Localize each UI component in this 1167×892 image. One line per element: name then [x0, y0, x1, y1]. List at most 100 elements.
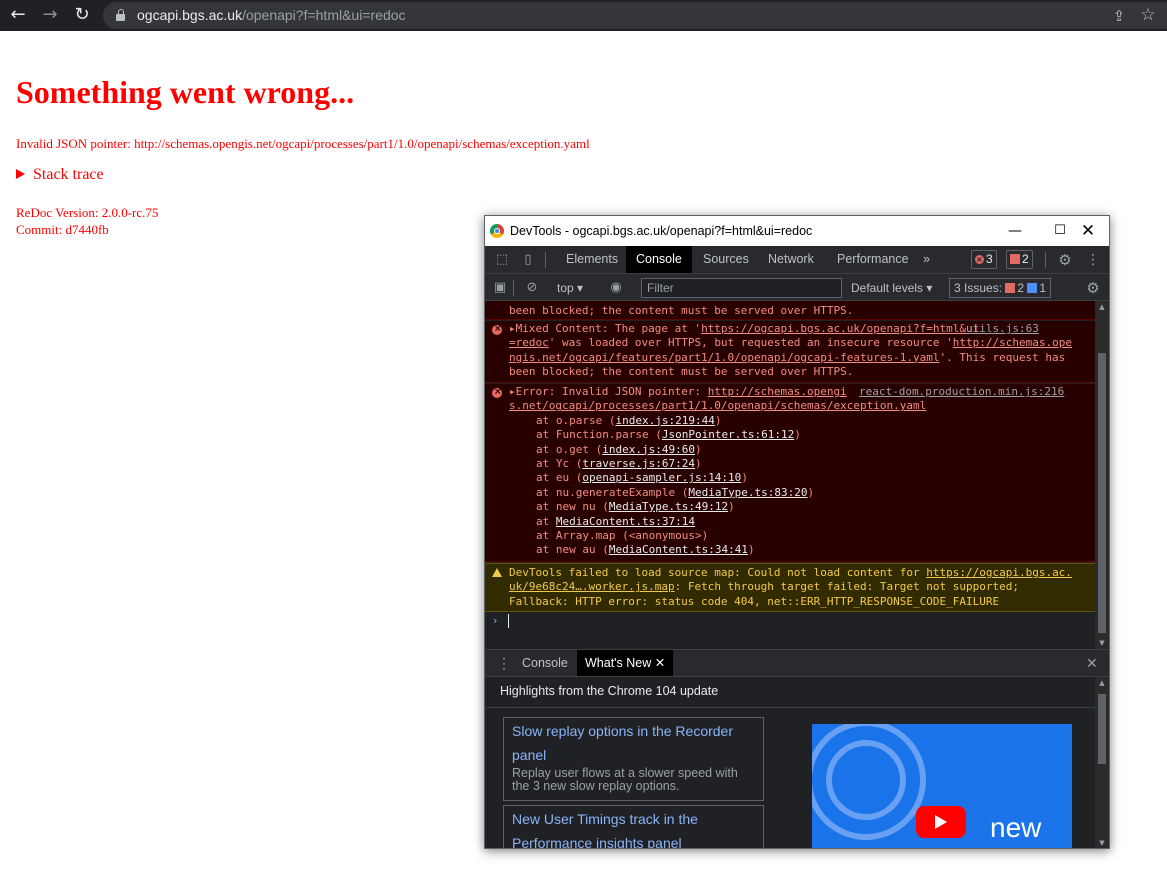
resource-link[interactable]: http://schemas.ope [953, 336, 1072, 349]
reload-icon[interactable]: ↻ [69, 3, 95, 27]
issues-info: 1 [1039, 281, 1047, 295]
stack-frame-location-link[interactable]: index.js:49:60 [602, 443, 695, 456]
feature-card[interactable]: Slow replay options in the Recorder pane… [503, 717, 764, 801]
message-line: ngis.net/ogcapi/features/part1/1.0/opena… [509, 351, 1065, 365]
schema-link[interactable]: s.net/ogcapi/processes/part1/1.0/openapi… [509, 399, 926, 412]
error-count: 3 [986, 252, 993, 266]
drawer-tab-console[interactable]: Console [522, 650, 568, 676]
video-thumbnail[interactable]: new [812, 724, 1072, 848]
back-arrow-icon[interactable]: ← [5, 3, 31, 27]
console-messages: been blocked; the content must be served… [485, 301, 1095, 649]
console-input-caret[interactable] [508, 614, 509, 628]
error-icon [492, 322, 502, 336]
console-settings-gear-icon[interactable]: ⚙ [1084, 279, 1102, 297]
source-link[interactable]: react-dom.production.min.js:216 [859, 385, 1064, 399]
issue-count-badge[interactable]: 2 [1006, 250, 1033, 269]
stack-frame-location-link[interactable]: index.js:219:44 [615, 414, 714, 427]
stack-frame-location-link[interactable]: openapi-sampler.js:14:10 [582, 471, 741, 484]
live-expression-eye-icon[interactable]: ◉ [607, 279, 625, 297]
filter-input[interactable]: Filter [641, 278, 842, 298]
log-levels-dropdown[interactable]: Default levels ▾ [851, 279, 932, 297]
sidebar-toggle-icon[interactable]: ▣ [491, 279, 509, 297]
url-path: /openapi?f=html&ui=redoc [242, 7, 406, 23]
tab-performance[interactable]: Performance [837, 246, 909, 273]
context-value: top [557, 281, 574, 295]
scroll-down-icon[interactable]: ▼ [1095, 837, 1109, 848]
device-toolbar-icon[interactable]: ▯ [519, 251, 537, 269]
page-link[interactable]: https://ogcapi.bgs.ac.uk/openapi?f=html&… [701, 322, 979, 335]
stack-frame-location-link[interactable]: MediaType.ts:83:20 [688, 486, 807, 499]
issue-error-icon [1005, 283, 1016, 293]
tab-sources[interactable]: Sources [703, 246, 749, 273]
lock-icon[interactable] [116, 9, 125, 21]
resource-link[interactable]: ngis.net/ogcapi/features/part1/1.0/opena… [509, 351, 939, 364]
context-selector[interactable]: top ▾ [557, 279, 583, 297]
message-text: '. This request has [939, 350, 1066, 364]
stack-frame-close: ) [807, 485, 815, 499]
address-bar[interactable]: ogcapi.bgs.ac.uk/openapi?f=html&ui=redoc… [103, 2, 1167, 29]
share-icon[interactable]: ⇪ [1110, 7, 1128, 25]
issues-button[interactable]: 3 Issues: 2 1 [949, 278, 1052, 298]
drawer-tabbar: ⋮ Console What's New ✕ ✕ [485, 649, 1109, 677]
scrollbar-thumb[interactable] [1098, 694, 1106, 764]
stack-trace-toggle[interactable]: Stack trace [16, 166, 104, 184]
scroll-down-icon[interactable]: ▼ [1095, 637, 1109, 649]
url-host: ogcapi.bgs.ac.uk [137, 7, 243, 23]
chrome-logo-icon [490, 224, 504, 238]
drawer-menu-icon[interactable]: ⋮ [497, 650, 511, 676]
toolbar-divider [545, 252, 546, 268]
settings-gear-icon[interactable]: ⚙ [1056, 251, 1074, 269]
tab-elements[interactable]: Elements [566, 246, 618, 273]
inspect-element-icon[interactable]: ⬚ [493, 251, 511, 269]
forward-arrow-icon[interactable]: → [37, 3, 63, 27]
stack-frame: at Function.parse (JsonPointer.ts:61:12) [536, 428, 801, 442]
stack-frame-function: at o.parse ( [536, 413, 616, 427]
console-scrollbar[interactable]: ▲ ▼ [1095, 301, 1109, 649]
version-info: ReDoc Version: 2.0.0-rc.75 Commit: d7440… [16, 204, 158, 238]
more-tabs-icon[interactable]: » [923, 246, 930, 273]
error-icon [492, 385, 502, 399]
stack-frame-location-link[interactable]: MediaContent.ts:37:14 [556, 515, 695, 528]
devtools-window: DevTools - ogcapi.bgs.ac.uk/openapi?f=ht… [484, 215, 1110, 849]
stack-frame-location-link[interactable]: MediaType.ts:49:12 [609, 500, 728, 513]
source-link-text: utils.js:63 [966, 322, 1039, 335]
stack-frame-location-link[interactable]: MediaContent.ts:34:41 [609, 543, 748, 556]
console-error-message: ▸Mixed Content: The page at 'https://ogc… [485, 321, 1095, 383]
close-drawer-icon[interactable]: ✕ [1086, 650, 1098, 676]
clear-console-icon[interactable]: ⊘ [523, 279, 541, 297]
stack-frame: at eu (openapi-sampler.js:14:10) [536, 471, 748, 485]
sourcemap-link[interactable]: uk/9e68c24….worker.js.map [509, 580, 675, 593]
more-options-icon[interactable]: ⋮ [1084, 251, 1102, 269]
issue-flag-icon [1010, 254, 1020, 264]
feature-card-title[interactable]: Slow replay options in the Recorder pane… [512, 719, 757, 767]
scrollbar-thumb[interactable] [1098, 353, 1106, 633]
drawer-scrollbar[interactable]: ▲ ▼ [1095, 677, 1109, 848]
scroll-up-icon[interactable]: ▲ [1095, 301, 1109, 313]
youtube-play-icon[interactable] [916, 806, 966, 838]
devtools-titlebar[interactable]: DevTools - ogcapi.bgs.ac.uk/openapi?f=ht… [485, 216, 1109, 246]
tab-console[interactable]: Console [626, 246, 692, 273]
devtools-window-title: DevTools - ogcapi.bgs.ac.uk/openapi?f=ht… [510, 224, 813, 238]
stack-trace-label: Stack trace [33, 166, 104, 183]
stack-frame-function: at Function.parse ( [536, 428, 662, 442]
tab-network[interactable]: Network [768, 246, 814, 273]
divider [485, 707, 1095, 708]
minimize-icon[interactable]: — [995, 216, 1035, 246]
url-text[interactable]: ogcapi.bgs.ac.uk/openapi?f=html&ui=redoc [137, 2, 406, 29]
schema-link[interactable]: http://schemas.opengi [708, 385, 847, 398]
sourcemap-link[interactable]: https://ogcapi.bgs.ac. [926, 566, 1072, 579]
bookmark-star-icon[interactable]: ☆ [1139, 6, 1157, 24]
stack-frame: at MediaContent.ts:37:14 [536, 515, 695, 529]
source-link[interactable]: utils.js:63 [966, 322, 1039, 336]
error-count-badge[interactable]: 3 [971, 250, 997, 269]
message-text: ' was loaded over HTTPS, but requested a… [548, 336, 953, 350]
close-tab-icon[interactable]: ✕ [655, 656, 665, 670]
page-link[interactable]: =redoc [509, 336, 549, 349]
feature-card-title[interactable]: New User Timings track in the Performanc… [512, 807, 757, 848]
stack-frame-location-link[interactable]: traverse.js:67:24 [582, 457, 695, 470]
feature-card[interactable]: New User Timings track in the Performanc… [503, 805, 764, 848]
scroll-up-icon[interactable]: ▲ [1095, 677, 1109, 689]
close-window-icon[interactable]: ✕ [1068, 216, 1108, 246]
drawer-tab-whats-new[interactable]: What's New ✕ [577, 650, 674, 676]
stack-frame-location-link[interactable]: JsonPointer.ts:61:12 [662, 428, 794, 441]
